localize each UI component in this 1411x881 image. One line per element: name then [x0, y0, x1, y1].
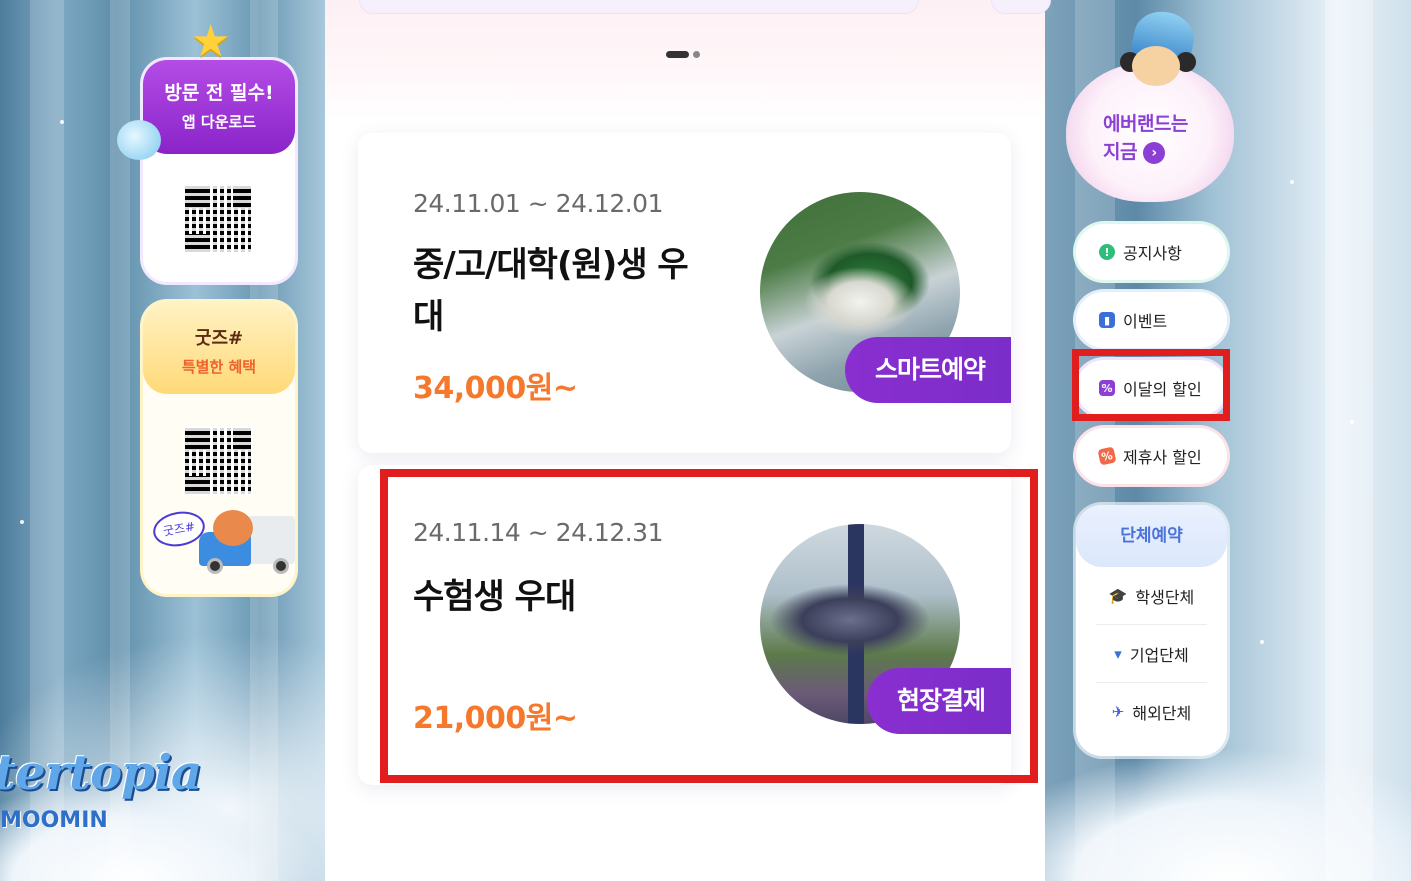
mascot-callout-line1: 에버랜드는 — [1103, 113, 1188, 135]
group-reservation-title[interactable]: 단체예약 — [1076, 505, 1227, 567]
app-download-subtitle: 앱 다운로드 — [181, 113, 257, 131]
notice-label: 공지사항 — [1123, 244, 1182, 263]
notice-icon: ! — [1099, 244, 1115, 260]
partner-discount-button[interactable]: % 제휴사 할인 — [1076, 428, 1227, 484]
coupon-icon: % — [1099, 380, 1115, 396]
banner-slide-next[interactable] — [991, 0, 1051, 14]
goods-benefit-header: 굿즈# 특별한 혜택 — [143, 302, 295, 394]
carousel-indicator — [666, 51, 700, 58]
corporate-group-label: 기업단체 — [1129, 645, 1189, 665]
student-group-label: 학생단체 — [1135, 587, 1195, 607]
goods-benefit-card[interactable]: 굿즈# 특별한 혜택 굿즈# — [143, 302, 295, 594]
event-button[interactable]: ▮ 이벤트 — [1076, 292, 1227, 348]
offer-title: 수험생 우대 — [413, 577, 576, 617]
main-content: 24.11.01 ~ 24.12.01 중/고/대학(원)생 우대 34,000… — [325, 0, 1051, 881]
mascot-blob-icon — [117, 120, 161, 160]
app-download-header: 방문 전 필수! 앱 다운로드 — [143, 60, 295, 154]
group-reservation-panel: 단체예약 🎓 학생단체 ▾ 기업단체 ✈ 해외단체 — [1076, 505, 1227, 756]
student-group-button[interactable]: 🎓 학생단체 — [1096, 567, 1207, 625]
star-icon: ★ — [191, 16, 231, 67]
graduation-cap-icon: 🎓 — [1108, 586, 1128, 605]
offer-price: 34,000원~ — [413, 371, 578, 406]
ticket-icon: % — [1097, 446, 1117, 466]
app-download-title: 방문 전 필수! — [164, 82, 274, 104]
offer-price: 21,000원~ — [413, 701, 578, 736]
offer-date-range: 24.11.14 ~ 24.12.31 — [413, 518, 664, 547]
overseas-group-button[interactable]: ✈ 해외단체 — [1096, 683, 1207, 741]
event-label: 이벤트 — [1123, 312, 1168, 331]
tree-trunk — [1325, 0, 1373, 881]
goods-qr-code — [183, 426, 253, 496]
truck-mascot-icon — [199, 502, 295, 574]
mascot-callout-line2: 지금 › — [1103, 138, 1188, 166]
tie-icon: ▾ — [1114, 644, 1122, 663]
wizard-mascot-icon — [1114, 6, 1199, 98]
offer-tag-smart-reserve[interactable]: 스마트예약 — [844, 337, 1011, 403]
mascot-callout[interactable]: 에버랜드는 지금 › — [1103, 110, 1188, 166]
monthly-discount-label: 이달의 할인 — [1123, 380, 1202, 399]
banner-area — [325, 0, 1051, 120]
carousel-dot[interactable] — [693, 51, 700, 58]
app-download-card[interactable]: ★ 방문 전 필수! 앱 다운로드 — [117, 16, 295, 282]
goods-benefit-subtitle: 특별한 혜택 — [181, 358, 257, 376]
offer-tag-onsite-payment[interactable]: 현장결제 — [866, 668, 1011, 734]
app-qr-code — [183, 184, 253, 254]
banner-slide-current[interactable] — [359, 0, 919, 14]
monthly-discount-button[interactable]: % 이달의 할인 — [1076, 360, 1227, 416]
arrow-right-icon: › — [1142, 141, 1165, 164]
notice-button[interactable]: ! 공지사항 — [1076, 224, 1227, 280]
airplane-icon: ✈ — [1111, 703, 1125, 721]
offer-date-range: 24.11.01 ~ 24.12.01 — [413, 189, 664, 218]
offer-card[interactable]: 24.11.14 ~ 24.12.31 수험생 우대 21,000원~ 현장결제 — [358, 465, 1011, 785]
carousel-dot-active[interactable] — [666, 51, 689, 58]
gift-icon: ▮ — [1099, 312, 1115, 328]
overseas-group-label: 해외단체 — [1132, 704, 1192, 723]
offer-title: 중/고/대학(원)생 우대 — [413, 245, 689, 337]
corporate-group-button[interactable]: ▾ 기업단체 — [1096, 625, 1207, 683]
partner-discount-label: 제휴사 할인 — [1123, 448, 1202, 467]
winter-logo: tertopia — [0, 745, 202, 801]
goods-benefit-title: 굿즈# — [194, 328, 244, 349]
winter-logo-sub: MOOMIN — [0, 808, 108, 833]
offer-card[interactable]: 24.11.01 ~ 24.12.01 중/고/대학(원)생 우대 34,000… — [358, 133, 1011, 453]
